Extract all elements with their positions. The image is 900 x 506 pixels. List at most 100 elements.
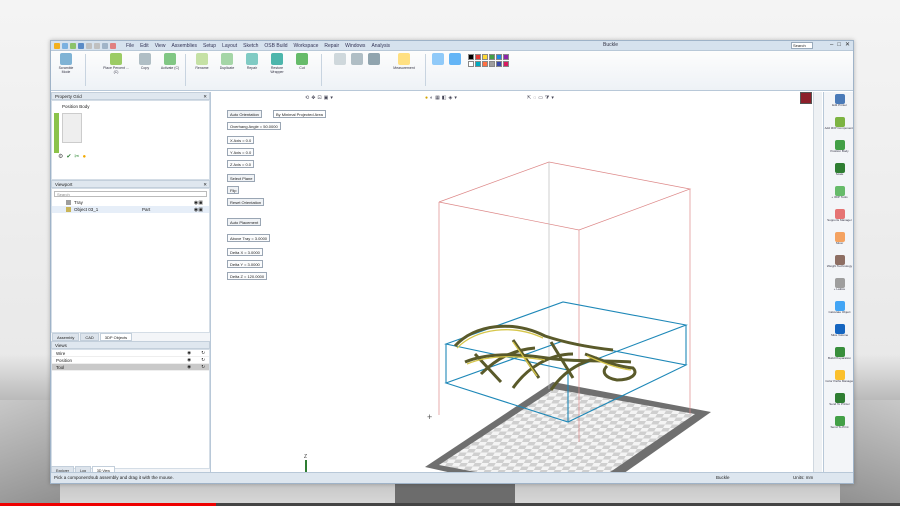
search-input[interactable]: Search <box>791 42 813 49</box>
copy-button[interactable]: Copy <box>134 53 156 70</box>
redo-icon[interactable] <box>94 42 100 49</box>
menu-item[interactable]: Windows <box>345 43 365 49</box>
color-swatch[interactable] <box>482 54 488 60</box>
color-swatch[interactable] <box>482 61 488 67</box>
eye-icon[interactable]: ◉ <box>187 364 191 370</box>
view-cube-button[interactable] <box>800 92 812 104</box>
undo-icon[interactable] <box>86 42 92 49</box>
menu-item[interactable]: Workspace <box>293 43 318 49</box>
export-icon[interactable] <box>110 42 116 49</box>
refresh-icon[interactable]: ↻ <box>201 357 205 363</box>
status-units[interactable]: Units: mm <box>793 473 813 483</box>
menu-item[interactable]: Layout <box>222 43 237 49</box>
color-swatch[interactable] <box>468 61 474 67</box>
app-menu-icon[interactable] <box>54 42 60 49</box>
3d-viewport[interactable]: ⟲ ✥ ⊡ ▣ ▾ ● ◐ ▦ ◧ ◈ ▾ ⇱ ◌ ▭ ⧩ ▾ Auto Ori… <box>213 92 811 474</box>
help-icon[interactable]: ● <box>82 154 86 160</box>
menu-item[interactable]: Setup <box>203 43 216 49</box>
close-icon[interactable]: ✕ <box>203 93 207 100</box>
refresh-icon[interactable]: ↻ <box>201 364 205 370</box>
place-percent-button[interactable]: Place Percent ...(C) <box>101 53 131 74</box>
new-file-icon[interactable] <box>62 42 68 49</box>
right-toolbar-button[interactable]: + 3DP Tools <box>824 184 853 207</box>
magnifier-icon <box>449 53 461 65</box>
color-swatch[interactable] <box>489 61 495 67</box>
right-toolbar-button[interactable]: Position Body <box>824 138 853 161</box>
close-icon[interactable]: ✕ <box>203 181 207 188</box>
color-swatch[interactable] <box>496 54 502 60</box>
right-toolbar-button[interactable]: Slicer <box>824 230 853 253</box>
activate-button[interactable]: Activate (C) <box>159 53 181 70</box>
right-toolbar-button[interactable]: Weight Technology <box>824 253 853 276</box>
restore-wrapper-button[interactable]: Restore Wrapper <box>266 53 288 74</box>
menu-item[interactable]: File <box>126 43 134 49</box>
rename-button[interactable]: Rename <box>191 53 213 70</box>
zoom-in-button[interactable] <box>431 53 445 66</box>
right-toolbar-button[interactable]: Scale <box>824 161 853 184</box>
close-icon[interactable]: ✕ <box>845 42 850 49</box>
eye-icon[interactable]: ◉ <box>187 350 191 356</box>
right-toolbar-button[interactable]: Supports Manager <box>824 207 853 230</box>
scramble-mode-button[interactable]: Scramble Mode <box>55 53 77 74</box>
maximize-icon[interactable]: □ <box>837 42 841 49</box>
right-toolbar-button[interactable]: + Lattice <box>824 276 853 299</box>
visibility-icon[interactable]: ◉▣ <box>194 200 203 206</box>
view-row[interactable]: Tool ◉ ↻ <box>52 364 209 371</box>
eye-icon[interactable]: ◉ <box>187 357 191 363</box>
zoom-out-button[interactable] <box>448 53 462 66</box>
right-toolbar-button[interactable]: Slice Volume <box>824 322 853 345</box>
right-toolbar-button[interactable]: Calculate Object <box>824 299 853 322</box>
color-swatch[interactable] <box>475 54 481 60</box>
line-tool-button[interactable] <box>333 53 347 66</box>
menu-item[interactable]: Analysis <box>371 43 390 49</box>
filter-input[interactable]: Search <box>54 191 207 197</box>
view-row[interactable]: Wire ◉ ↻ <box>52 350 209 357</box>
refresh-icon[interactable]: ↻ <box>201 350 205 356</box>
tree-row[interactable]: Tray ◉▣ <box>52 199 209 206</box>
side-tab[interactable] <box>54 113 59 153</box>
right-toolbar-button[interactable]: Build Preparation <box>824 345 853 368</box>
property-grid-header: Property Grid ✕ <box>51 92 210 100</box>
viewport-scrollbar[interactable] <box>813 92 822 474</box>
color-swatch[interactable] <box>503 54 509 60</box>
cut-button[interactable]: Cut <box>291 53 313 70</box>
right-toolbar-button[interactable]: Color Paths Manager <box>824 368 853 391</box>
menu-item[interactable]: View <box>155 43 166 49</box>
color-swatch[interactable] <box>475 61 481 67</box>
menu-item[interactable]: Assemblies <box>171 43 197 49</box>
view-row[interactable]: Position ◉ ↻ <box>52 357 209 364</box>
3d-scene[interactable]: + Z X Y <box>213 92 811 474</box>
menu-item[interactable]: Sketch <box>243 43 258 49</box>
visibility-icon[interactable]: ◉▣ <box>194 207 203 213</box>
settings-icon[interactable]: ⚙ <box>58 153 63 160</box>
arrow-tool-button[interactable] <box>367 53 381 66</box>
color-swatch[interactable] <box>468 54 474 60</box>
check-icon[interactable]: ✔ <box>66 153 71 160</box>
tab-assembly[interactable]: Assembly <box>52 333 80 341</box>
text-tool-button[interactable] <box>350 53 364 66</box>
tree-row[interactable]: Object 03_1 Part ◉▣ <box>52 206 209 213</box>
right-toolbar-label: Add 3DP Components <box>824 126 854 130</box>
right-toolbar-button[interactable]: Send To Printer <box>824 391 853 414</box>
measurement-button[interactable]: Measurement <box>389 53 419 70</box>
menu-item[interactable]: Repair <box>324 43 339 49</box>
repair-button[interactable]: Repair <box>241 53 263 70</box>
right-toolbar-button[interactable]: Send To Print <box>824 414 853 437</box>
tab-cad[interactable]: CAD <box>80 333 99 341</box>
minimize-icon[interactable]: – <box>830 42 833 49</box>
right-toolbar-button[interactable]: Add 3DP Components <box>824 115 854 138</box>
color-swatch[interactable] <box>503 61 509 67</box>
print-icon[interactable] <box>102 42 108 49</box>
tab-3dp-objects[interactable]: 3DP Objects <box>99 333 133 341</box>
part-model[interactable] <box>453 324 637 391</box>
menu-item[interactable]: Edit <box>140 43 149 49</box>
open-file-icon[interactable] <box>70 42 76 49</box>
duplicate-button[interactable]: Duplicate <box>216 53 238 70</box>
tool-icon[interactable]: ✂ <box>74 153 79 160</box>
color-swatch[interactable] <box>489 54 495 60</box>
color-swatch[interactable] <box>496 61 502 67</box>
menu-item[interactable]: OSB Build <box>264 43 287 49</box>
right-toolbar-label: + 3DP Tools <box>831 195 848 199</box>
right-toolbar-button[interactable]: Edit Printer <box>824 92 853 115</box>
save-icon[interactable] <box>78 42 84 49</box>
